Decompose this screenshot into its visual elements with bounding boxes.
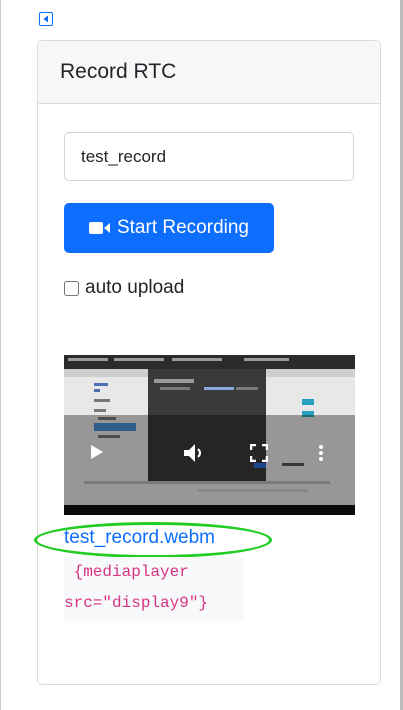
record-rtc-card: Record RTC Start Recording auto upload bbox=[34, 40, 381, 685]
play-icon[interactable] bbox=[91, 445, 103, 459]
auto-upload-option[interactable]: auto upload bbox=[64, 277, 184, 299]
auto-upload-checkbox[interactable] bbox=[64, 280, 79, 296]
video-controls bbox=[64, 432, 355, 482]
start-recording-label: Start Recording bbox=[116, 217, 249, 238]
recording-file-link[interactable]: test_record.webm bbox=[64, 527, 215, 549]
auto-upload-label: auto upload bbox=[85, 277, 185, 298]
video-progress-bar[interactable] bbox=[84, 481, 330, 484]
video-player[interactable] bbox=[64, 355, 355, 515]
collapse-panel-button[interactable] bbox=[39, 12, 53, 26]
more-options-icon[interactable] bbox=[318, 444, 324, 462]
fullscreen-icon[interactable] bbox=[250, 444, 268, 462]
video-camera-icon bbox=[88, 222, 110, 234]
caret-left-icon bbox=[43, 15, 48, 23]
start-recording-button[interactable]: Start Recording bbox=[64, 203, 274, 253]
recording-name-input[interactable] bbox=[64, 132, 354, 181]
code-line-2: src="display9"} bbox=[64, 594, 209, 612]
code-line-1: {mediaplayer bbox=[64, 563, 189, 581]
volume-icon[interactable] bbox=[184, 444, 204, 462]
mediaplayer-code-snippet: {mediaplayer src="display9"} bbox=[64, 557, 244, 621]
card-title: Record RTC bbox=[38, 41, 380, 104]
left-panel-border bbox=[0, 0, 1, 710]
